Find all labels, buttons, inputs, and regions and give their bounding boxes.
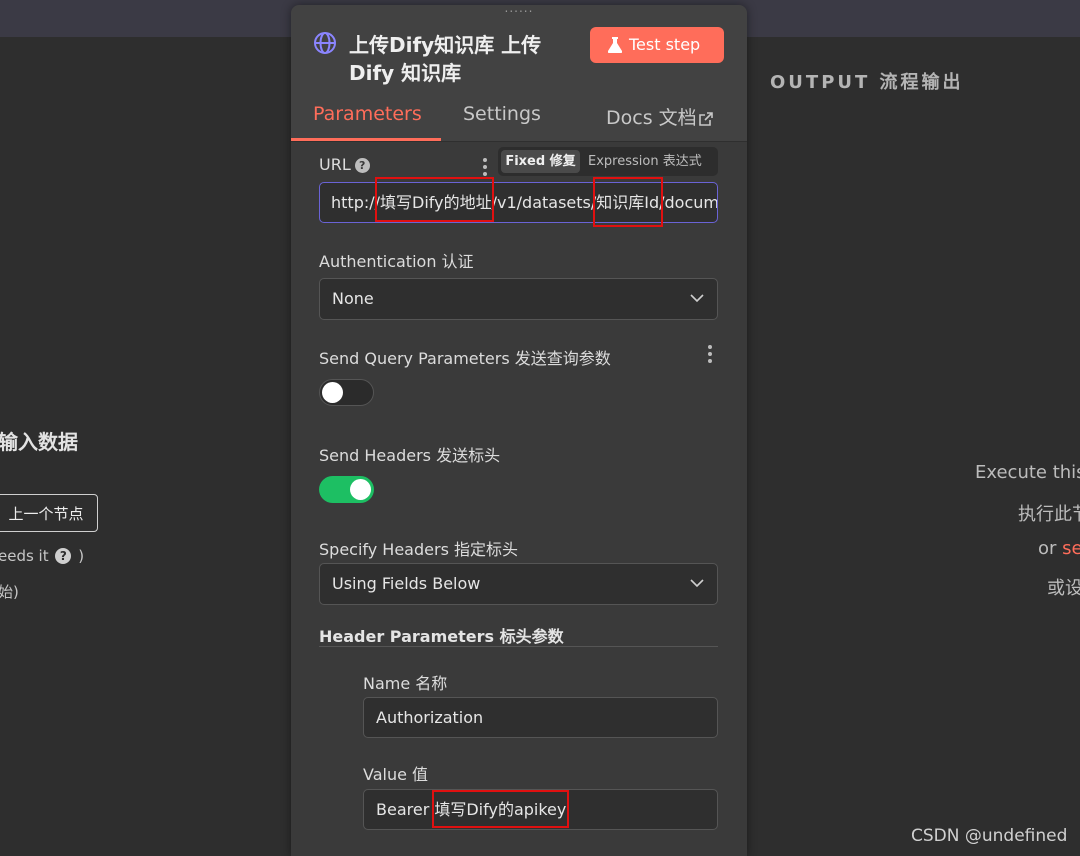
more-options-icon[interactable] [708, 345, 712, 363]
panel-header: 上传Dify知识库 上传Dify 知识库 Test step [291, 5, 747, 101]
send-headers-label: Send Headers 发送标头 [319, 446, 501, 465]
header-name-label: Name 名称 [363, 674, 448, 693]
input-hint: eeds it ? ) [0, 547, 85, 565]
help-icon[interactable]: ? [55, 548, 72, 564]
send-query-toggle[interactable] [319, 379, 374, 406]
chevron-down-icon [690, 294, 704, 303]
tab-bar: Parameters Settings Docs 文档 [291, 101, 747, 142]
specify-headers-value: Using Fields Below [332, 574, 481, 593]
output-panel-title: OUTPUT 流程输出 [770, 72, 964, 93]
header-name-value: Authorization [376, 708, 484, 727]
input-panel-title: 输入数据 [0, 430, 78, 454]
set-mock-data-link[interactable]: se [1062, 538, 1080, 559]
watermark: CSDN @undefined [911, 826, 1068, 846]
globe-icon [314, 32, 336, 54]
node-title[interactable]: 上传Dify知识库 上传Dify 知识库 [349, 31, 579, 87]
fixed-expression-toggle: Fixed 修复 Expression 表达式 [498, 147, 718, 176]
execute-hint-zh2: 或设 [1047, 578, 1080, 599]
divider [319, 646, 718, 647]
more-options-icon[interactable] [483, 158, 487, 176]
chevron-down-icon [690, 579, 704, 588]
parameters-content: URL? Fixed 修复 Expression 表达式 http://填写Di… [291, 142, 747, 856]
toggle-knob [350, 479, 371, 500]
expression-mode-button[interactable]: Expression 表达式 [588, 150, 702, 173]
send-headers-toggle[interactable] [319, 476, 374, 503]
tab-docs[interactable]: Docs 文档 [606, 103, 713, 130]
specify-headers-label: Specify Headers 指定标头 [319, 540, 518, 559]
input-hint-line2: 始) [0, 583, 19, 601]
previous-node-button[interactable]: 上一个节点 [0, 494, 98, 532]
external-link-icon [698, 112, 713, 126]
tab-settings[interactable]: Settings [463, 103, 541, 125]
toggle-knob [322, 382, 343, 403]
annotation-box-apikey [432, 790, 569, 828]
active-tab-indicator [291, 138, 441, 141]
header-value-label: Value 值 [363, 765, 429, 784]
header-parameters-label: Header Parameters 标头参数 [319, 627, 564, 646]
fixed-mode-button[interactable]: Fixed 修复 [501, 150, 580, 173]
flask-icon [608, 37, 622, 53]
url-label: URL? [319, 155, 370, 174]
tab-parameters[interactable]: Parameters [313, 103, 422, 125]
execute-hint-or: or se [1038, 538, 1080, 559]
header-name-input[interactable]: Authorization [363, 697, 718, 738]
send-query-label: Send Query Parameters 发送查询参数 [319, 349, 611, 368]
execute-hint-zh: 执行此节 [1018, 504, 1080, 525]
annotation-box-dataset-id [593, 177, 663, 227]
annotation-box-dify-address [375, 177, 494, 222]
execute-hint: Execute this [975, 462, 1080, 483]
authentication-label: Authentication 认证 [319, 252, 474, 271]
authentication-value: None [332, 289, 374, 308]
help-icon[interactable]: ? [354, 158, 370, 173]
test-step-button[interactable]: Test step [590, 27, 724, 63]
authentication-select[interactable]: None [319, 278, 718, 320]
node-settings-panel: ...... 上传Dify知识库 上传Dify 知识库 Test step Pa… [291, 5, 747, 856]
specify-headers-select[interactable]: Using Fields Below [319, 563, 718, 605]
